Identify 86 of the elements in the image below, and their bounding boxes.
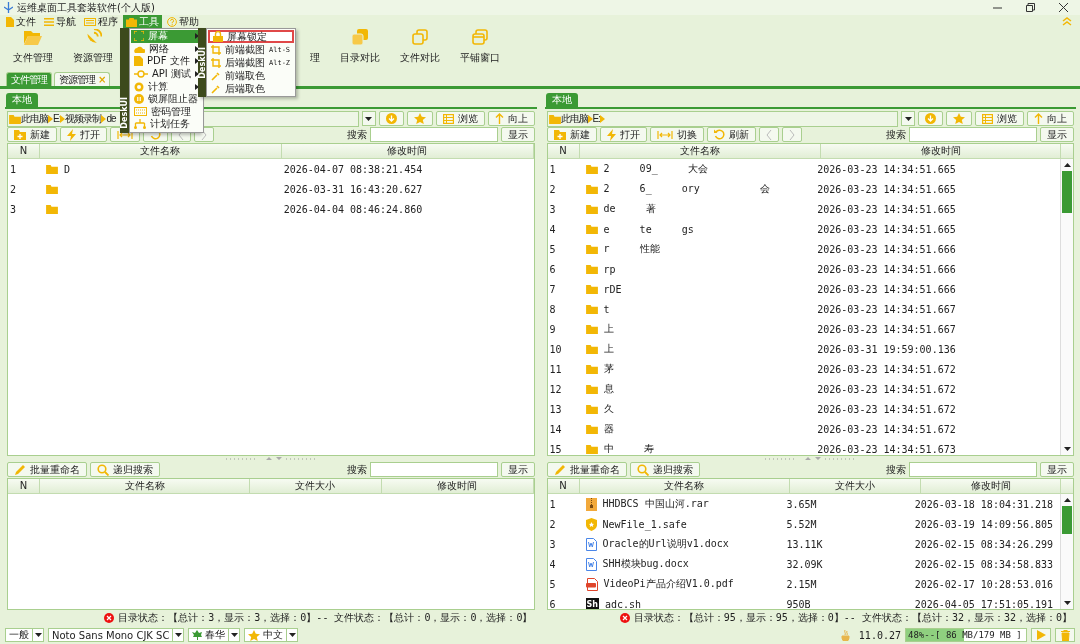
menu-brand: DeskUI — [120, 97, 129, 129]
table-cell-text: 6 — [548, 598, 557, 609]
table-cell-text: 3 — [9, 203, 18, 215]
table-cell-text: 2 — [548, 518, 557, 530]
table-cell-text: 1 — [548, 163, 557, 175]
table-cell-text: 1 — [9, 163, 18, 175]
file-name: 上 — [602, 342, 614, 356]
version-text: 11.0.27 — [858, 629, 901, 641]
table-cell-text: 2026-03-31 16:43:20.627 — [282, 183, 424, 195]
file-name: 上 — [602, 322, 614, 336]
table-cell-text: 2026-03-23 14:34:51.665 — [816, 203, 957, 215]
search-label: 搜索 — [346, 127, 367, 142]
table-cell-text: 5.52M — [785, 518, 818, 530]
file-name: 2 6_ ory 会 — [602, 182, 771, 196]
table-cell-text: 2026-03-23 14:34:51.673 — [816, 443, 957, 455]
table-cell-text: 1 — [548, 498, 557, 510]
file-name: 中 寿 — [602, 442, 654, 455]
table-cell-text: 2026-03-23 14:34:51.666 — [816, 263, 957, 275]
table-cell-text: 2.15M — [785, 578, 818, 590]
table-cell-text: 32.09K — [785, 558, 824, 570]
file-name: 久 — [602, 402, 614, 416]
table-cell-text: 2026-03-23 14:34:51.672 — [816, 403, 957, 415]
file-name: r 性能 — [602, 242, 660, 256]
file-name: HHDBCS 中国山河.rar — [601, 497, 709, 511]
table-cell-text: 11 — [548, 363, 563, 375]
table-cell-text: 950B — [785, 598, 812, 609]
table-cell-text: 12 — [548, 383, 563, 395]
window-title: 运维桌面工具套装软件(个人版) — [17, 0, 155, 15]
table-cell-text: 8 — [548, 303, 557, 315]
table-cell-text: 4 — [548, 223, 557, 235]
search-label: 搜索 — [886, 462, 906, 477]
status-text: 目录状态：【总计：3，显示：3，选择：0】-- 文件状态：【总计：0，显示：0，选择：0】 — [118, 610, 533, 625]
file-name: VideoPi产品介绍V1.0.pdf — [602, 577, 734, 591]
file-name: t — [602, 303, 610, 315]
table-cell-text: 3 — [548, 203, 557, 215]
table-cell-text: 7 — [548, 283, 557, 295]
search-label: 搜索 — [886, 127, 906, 142]
file-name: SHH模块bug.docx — [601, 557, 689, 571]
table-cell-text: 2026-03-23 14:34:51.667 — [816, 323, 957, 335]
table-cell-text: 10 — [548, 343, 563, 355]
table-cell-text: 4 — [548, 558, 557, 570]
table-cell-text: 2026-03-23 14:34:51.665 — [816, 163, 957, 175]
file-name: adc.sh — [603, 598, 642, 609]
table-cell-text: 2026-03-19 14:09:56.805 — [913, 518, 1055, 530]
table-cell-text: 2026-03-23 14:34:51.666 — [816, 243, 957, 255]
table-cell-text: 2026-03-23 14:34:51.672 — [816, 423, 957, 435]
file-name: NewFile_1.safe — [601, 518, 687, 530]
table-cell-text: 2 — [548, 183, 557, 195]
terminal-icon: Sh — [585, 597, 599, 609]
table-cell-text: 6 — [548, 263, 557, 275]
table-cell-text: 2026-03-23 14:34:51.672 — [816, 383, 957, 395]
table-cell-text: 2026-03-23 14:34:51.666 — [816, 283, 957, 295]
file-name: 茅 — [602, 362, 614, 376]
table-cell-text: 2026-03-31 19:59:00.136 — [816, 343, 957, 355]
table-cell-text: 2 — [9, 183, 18, 195]
file-name: 2 09_ 大会 — [602, 162, 708, 176]
file-name: de 著 — [602, 202, 656, 216]
file-name: 息 — [602, 382, 614, 396]
table-cell-text: 2026-03-23 14:34:51.672 — [816, 363, 957, 375]
table-cell-text: 14 — [548, 423, 563, 435]
file-name: D — [63, 163, 71, 175]
table-cell-text: 3.65M — [785, 498, 818, 510]
file-name: e te gs — [602, 223, 694, 235]
table-cell-text: 5 — [548, 243, 557, 255]
table-cell-text: 15 — [548, 443, 563, 455]
search-label: 搜索 — [346, 462, 367, 477]
status-text: 目录状态：【总计：95，显示：95，选择：0】-- 文件状态：【总计：32，显示：32，选择：0】 — [633, 610, 1072, 625]
table-cell-text: 13.11K — [785, 538, 824, 550]
table-cell-text: 2026-02-15 08:34:26.299 — [913, 538, 1055, 550]
table-cell-text: 2026-02-15 08:34:58.833 — [913, 558, 1055, 570]
table-cell-text: 2026-02-17 10:28:53.016 — [913, 578, 1055, 590]
table-cell-text: 5 — [548, 578, 557, 590]
table-cell-text: 2026-03-23 14:34:51.667 — [816, 303, 957, 315]
table-cell-text: 2026-04-05 17:51:05.191 — [913, 598, 1055, 609]
table-cell-text: 3 — [548, 538, 557, 550]
table-cell-text: 2026-03-23 14:34:51.665 — [816, 223, 957, 235]
table-cell-text: 2026-03-23 14:34:51.665 — [816, 183, 957, 195]
file-name: Oracle的Url说明v1.docx — [601, 537, 729, 551]
table-cell-text: 2026-04-07 08:38:21.454 — [282, 163, 424, 175]
file-name: rDE — [602, 283, 622, 295]
table-cell-text: 9 — [548, 323, 557, 335]
table-cell-text: 2026-04-04 08:46:24.860 — [282, 203, 424, 215]
file-name: rp — [602, 263, 616, 275]
table-cell-text: 2026-03-18 18:04:31.218 — [913, 498, 1055, 510]
table-cell-text: 13 — [548, 403, 563, 415]
file-name: 器 — [602, 422, 614, 436]
